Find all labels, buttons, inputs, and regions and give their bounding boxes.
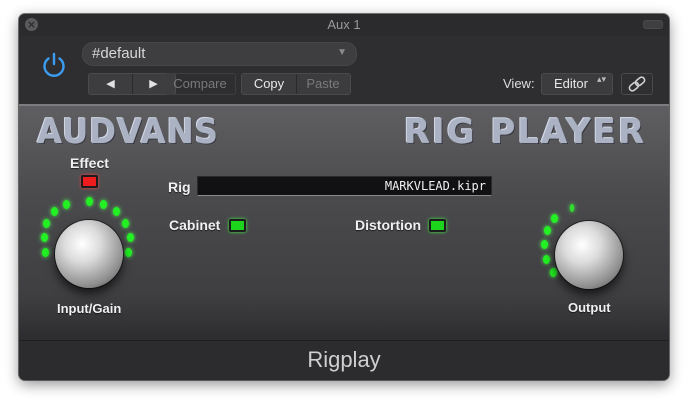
level-dot — [544, 226, 551, 235]
effect-label: Effect — [70, 155, 109, 171]
level-dot — [41, 233, 48, 242]
level-dot — [113, 207, 120, 216]
level-dot — [543, 255, 550, 264]
view-select-value: Editor — [554, 76, 588, 91]
level-dot — [127, 233, 134, 242]
copy-button[interactable]: Copy — [242, 74, 297, 94]
resize-grip[interactable] — [643, 20, 663, 29]
paste-button[interactable]: Paste — [296, 74, 350, 94]
link-icon — [628, 76, 646, 92]
preset-navigation: ◀ ▶ — [88, 73, 176, 95]
compare-button[interactable]: Compare — [164, 73, 236, 95]
level-dot — [551, 214, 558, 223]
level-dot — [51, 207, 58, 216]
power-icon[interactable] — [39, 50, 69, 80]
title-bar[interactable]: × Aux 1 — [19, 14, 669, 36]
level-dot — [63, 200, 70, 209]
plugin-footer: Rigplay — [19, 340, 669, 380]
plugin-header: #default ▼ ◀ ▶ Compare Copy Paste View: … — [19, 36, 669, 104]
window-title: Aux 1 — [327, 17, 361, 32]
preset-menu[interactable]: #default ▼ — [82, 42, 357, 66]
level-dot — [100, 200, 107, 209]
cabinet-label: Cabinet — [169, 217, 221, 233]
link-button[interactable] — [621, 73, 653, 95]
rig-label: Rig — [168, 179, 191, 195]
level-dot — [122, 219, 129, 228]
distortion-led[interactable] — [429, 219, 446, 232]
level-dot — [541, 240, 548, 249]
cabinet-led[interactable] — [229, 219, 246, 232]
chevron-down-icon: ▼ — [337, 47, 347, 58]
output-knob[interactable] — [555, 221, 623, 289]
previous-preset-button[interactable]: ◀ — [89, 74, 133, 94]
view-select[interactable]: Editor ▴▾ — [541, 73, 613, 95]
preset-name: #default — [92, 45, 146, 62]
plugin-panel: AUDVANS RIG PLAYER Effect Rig MARKVLEAD.… — [19, 104, 669, 342]
level-dot — [42, 248, 49, 257]
output-label: Output — [568, 300, 611, 315]
plugin-window: × Aux 1 #default ▼ ◀ ▶ Compare Copy Past… — [19, 14, 669, 380]
level-indicator — [570, 204, 574, 212]
brand-logo: AUDVANS — [37, 112, 219, 152]
level-dot — [125, 248, 132, 257]
copy-paste-group: Copy Paste — [241, 73, 351, 95]
level-dot — [86, 197, 93, 206]
distortion-label: Distortion — [355, 217, 422, 233]
product-logo: RIG PLAYER — [403, 112, 646, 152]
input-gain-label: Input/Gain — [57, 301, 122, 316]
effect-led[interactable] — [81, 175, 98, 188]
input-gain-knob[interactable] — [55, 220, 123, 288]
up-down-arrows-icon: ▴▾ — [596, 75, 606, 85]
plugin-name: Rigplay — [307, 347, 381, 372]
view-label: View: — [503, 76, 535, 91]
rig-field[interactable]: MARKVLEAD.kipr — [197, 176, 492, 196]
level-dot — [550, 268, 557, 277]
level-dot — [43, 219, 50, 228]
rig-value: MARKVLEAD.kipr — [384, 179, 486, 193]
